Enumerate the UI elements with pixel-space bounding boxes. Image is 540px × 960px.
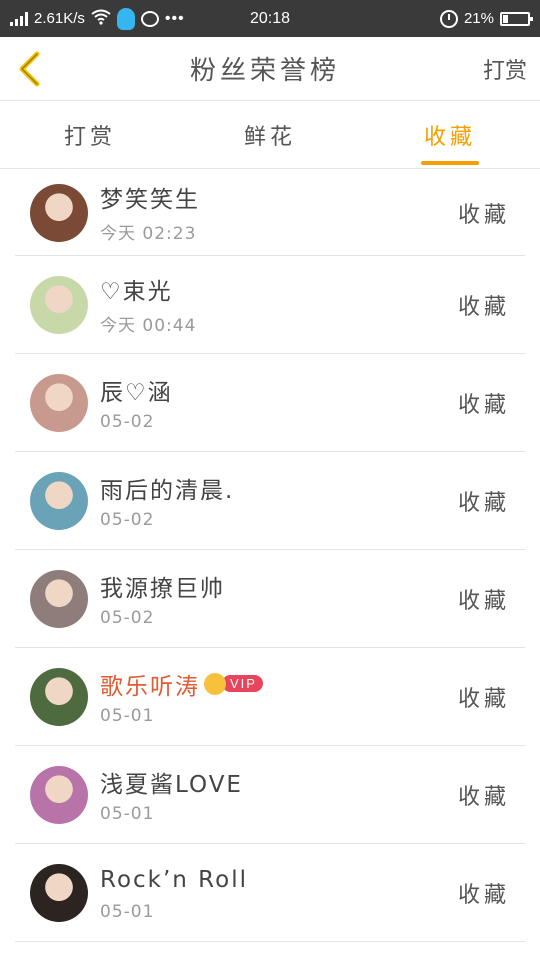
action-label: 收藏	[457, 202, 510, 228]
item-info: 歌乐听涛 VIP 05-01	[100, 668, 458, 726]
list-item[interactable]: 梦笑笑生 今天 02:23 收藏	[15, 170, 525, 256]
timestamp: 05-01	[100, 901, 155, 922]
avatar[interactable]	[30, 863, 88, 922]
favorites-list: 梦笑笑生 今天 02:23 收藏 ♡束光 今天 00:44 收藏 辰♡涵 05-…	[0, 170, 540, 942]
action-label: 收藏	[457, 882, 510, 908]
action-label: 收藏	[457, 588, 510, 614]
action-label: 收藏	[457, 784, 510, 810]
message-icon	[140, 10, 159, 27]
wifi-icon	[91, 9, 111, 29]
list-item[interactable]: 浅夏酱LOVE 05-01 收藏	[15, 746, 525, 844]
avatar[interactable]	[30, 765, 88, 824]
alarm-icon	[439, 9, 458, 28]
list-item[interactable]: 辰♡涵 05-02 收藏	[15, 354, 525, 452]
battery-percent: 21%	[463, 10, 494, 27]
avatar[interactable]	[30, 183, 88, 242]
timestamp: 05-02	[100, 411, 155, 432]
tab-flowers[interactable]: 鲜花	[180, 101, 360, 168]
user-name: 辰♡涵	[100, 379, 173, 406]
timestamp: 今天 00:44	[100, 316, 197, 336]
avatar[interactable]	[30, 373, 88, 432]
crown-icon	[204, 672, 226, 695]
clock: 20:18	[249, 9, 291, 27]
avatar[interactable]	[30, 569, 88, 628]
list-item[interactable]: 歌乐听涛 VIP 05-01 收藏	[15, 648, 525, 746]
item-info: 雨后的清晨. 05-02	[100, 472, 458, 530]
item-info: 浅夏酱LOVE 05-01	[100, 766, 458, 824]
page-title: 粉丝荣誉榜	[189, 56, 340, 86]
user-name: 雨后的清晨.	[100, 477, 235, 504]
vip-badge: VIP	[204, 672, 263, 695]
user-name: 我源撩巨帅	[100, 575, 225, 602]
timestamp: 05-02	[100, 509, 155, 530]
battery-icon	[500, 11, 533, 26]
qq-icon	[116, 7, 135, 30]
list-item[interactable]: ♡束光 今天 00:44 收藏	[15, 256, 525, 354]
header: 粉丝荣誉榜 打赏	[0, 37, 540, 101]
user-name: 歌乐听涛 VIP	[100, 668, 458, 700]
status-bar: 2.61K/s ••• 20:18 21%	[0, 0, 540, 37]
status-right: 21%	[320, 9, 540, 28]
signal-icon	[10, 11, 28, 26]
tab-bar: 打赏 鲜花 收藏	[0, 101, 540, 169]
more-icon: •••	[164, 9, 185, 27]
action-label: 收藏	[457, 392, 510, 418]
item-info: ♡束光 今天 00:44	[100, 273, 458, 336]
network-speed: 2.61K/s	[34, 10, 85, 27]
action-label: 收藏	[457, 294, 510, 320]
status-left: 2.61K/s •••	[0, 7, 220, 30]
user-name: 浅夏酱LOVE	[100, 771, 243, 798]
item-info: 辰♡涵 05-02	[100, 374, 458, 432]
avatar[interactable]	[30, 667, 88, 726]
user-name: 梦笑笑生	[100, 187, 200, 213]
avatar[interactable]	[30, 471, 88, 530]
user-name: ♡束光	[100, 279, 173, 305]
item-info: 我源撩巨帅 05-02	[100, 570, 458, 628]
action-label: 收藏	[457, 686, 510, 712]
list-item[interactable]: 雨后的清晨. 05-02 收藏	[15, 452, 525, 550]
action-label: 收藏	[457, 490, 510, 516]
list-item[interactable]: 我源撩巨帅 05-02 收藏	[15, 550, 525, 648]
item-info: 梦笑笑生 今天 02:23	[100, 181, 458, 244]
back-button[interactable]	[0, 37, 60, 101]
item-info: Rock’n Roll 05-01	[100, 864, 458, 922]
timestamp: 05-01	[100, 803, 155, 824]
timestamp: 05-02	[100, 607, 155, 628]
tab-favorites[interactable]: 收藏	[360, 101, 540, 168]
tab-reward[interactable]: 打赏	[0, 101, 180, 168]
list-item[interactable]: Rock’n Roll 05-01 收藏	[15, 844, 525, 942]
timestamp: 05-01	[100, 705, 155, 726]
user-name-text: 歌乐听涛	[100, 673, 200, 700]
reward-button[interactable]: 打赏	[470, 53, 540, 85]
chevron-left-icon	[19, 51, 40, 86]
avatar[interactable]	[30, 275, 88, 334]
user-name: Rock’n Roll	[100, 866, 248, 893]
timestamp: 今天 02:23	[100, 224, 197, 244]
vip-label: VIP	[222, 675, 263, 692]
